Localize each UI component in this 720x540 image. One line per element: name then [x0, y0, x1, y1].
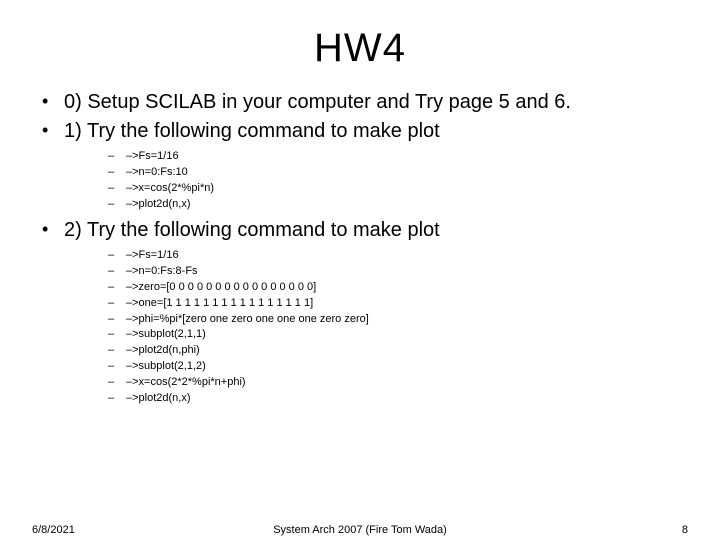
sub-item: –>Fs=1/16 [64, 149, 692, 165]
sub-item: –>x=cos(2*%pi*n) [64, 181, 692, 197]
sub-item: –>n=0:Fs:10 [64, 165, 692, 181]
sub-item: –>one=[1 1 1 1 1 1 1 1 1 1 1 1 1 1 1 1] [64, 296, 692, 312]
slide: HW4 0) Setup SCILAB in your computer and… [0, 0, 720, 540]
sub-item: –>x=cos(2*2*%pi*n+phi) [64, 375, 692, 391]
sub-item: –>zero=[0 0 0 0 0 0 0 0 0 0 0 0 0 0 0 0] [64, 280, 692, 296]
sub-item: –>subplot(2,1,2) [64, 359, 692, 375]
sub-item: –>plot2d(n,x) [64, 197, 692, 213]
footer-page: 8 [682, 524, 688, 536]
sub-item: –>plot2d(n,x) [64, 391, 692, 407]
list-item: 2) Try the following command to make plo… [28, 217, 692, 407]
sub-item: –>subplot(2,1,1) [64, 327, 692, 343]
bullet-text: 1) Try the following command to make plo… [64, 120, 440, 142]
page-title: HW4 [28, 26, 692, 71]
bullet-list: 0) Setup SCILAB in your computer and Try… [28, 89, 692, 407]
sub-item: –>Fs=1/16 [64, 248, 692, 264]
list-item: 1) Try the following command to make plo… [28, 118, 692, 213]
bullet-text: 0) Setup SCILAB in your computer and Try… [64, 91, 571, 113]
list-item: 0) Setup SCILAB in your computer and Try… [28, 89, 692, 116]
bullet-text: 2) Try the following command to make plo… [64, 219, 440, 241]
sub-list: –>Fs=1/16 –>n=0:Fs:8-Fs –>zero=[0 0 0 0 … [64, 248, 692, 407]
sub-item: –>plot2d(n,phi) [64, 343, 692, 359]
sub-item: –>phi=%pi*[zero one zero one one one zer… [64, 312, 692, 328]
sub-list: –>Fs=1/16 –>n=0:Fs:10 –>x=cos(2*%pi*n) –… [64, 149, 692, 213]
sub-item: –>n=0:Fs:8-Fs [64, 264, 692, 280]
footer-center: System Arch 2007 (Fire Tom Wada) [0, 524, 720, 536]
